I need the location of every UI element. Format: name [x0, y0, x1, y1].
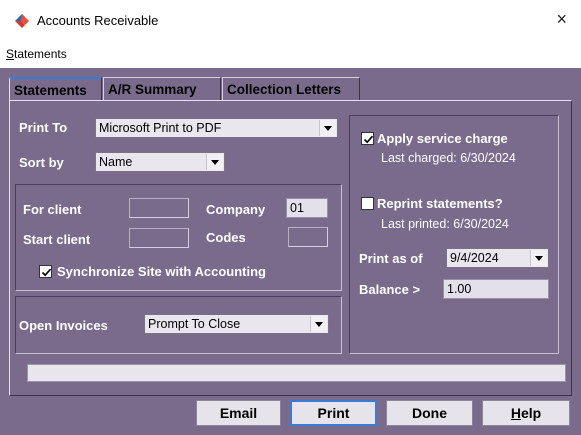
reprint-statements-label: Reprint statements? — [377, 196, 503, 211]
close-icon[interactable]: × — [556, 9, 567, 29]
last-charged-text: Last charged: 6/30/2024 — [381, 151, 516, 165]
title-bar: Accounts Receivable × — [0, 0, 581, 42]
menu-statements-label: tatements — [14, 47, 67, 61]
company-label: Company — [206, 202, 266, 217]
start-client-input[interactable] — [129, 228, 189, 248]
sort-by-value: Name — [99, 155, 133, 169]
window-title: Accounts Receivable — [37, 13, 159, 28]
chevron-down-icon[interactable] — [319, 120, 336, 136]
sort-by-label: Sort by — [19, 155, 64, 170]
email-button[interactable]: Email — [196, 400, 281, 426]
print-to-label: Print To — [19, 120, 68, 135]
chevron-down-icon[interactable] — [310, 316, 327, 332]
help-label: elp — [520, 405, 542, 421]
print-to-select[interactable]: Microsoft Print to PDF — [95, 118, 338, 138]
print-as-of-value: 9/4/2024 — [450, 251, 499, 265]
open-invoices-value: Prompt To Close — [148, 317, 241, 331]
for-client-input[interactable] — [129, 198, 189, 218]
print-as-of-select[interactable]: 9/4/2024 — [446, 248, 549, 268]
menu-statements[interactable]: Statements — [6, 47, 67, 61]
progress-status-bar — [27, 364, 566, 382]
start-client-label: Start client — [23, 232, 91, 247]
done-button[interactable]: Done — [386, 400, 473, 426]
reprint-statements-checkbox[interactable] — [361, 197, 374, 210]
menu-bar: Statements — [0, 42, 581, 68]
sort-by-select[interactable]: Name — [95, 152, 225, 172]
apply-service-charge-label: Apply service charge — [377, 131, 508, 146]
checkmark-icon — [41, 268, 52, 277]
menu-statements-mnemonic: S — [6, 47, 15, 61]
for-client-label: For client — [23, 202, 82, 217]
print-as-of-label: Print as of — [359, 251, 423, 266]
apply-service-charge-checkbox[interactable] — [361, 132, 374, 145]
checkmark-icon — [363, 135, 374, 144]
tab-collection-letters[interactable]: Collection Letters — [222, 77, 360, 101]
codes-input[interactable] — [288, 227, 328, 247]
print-button[interactable]: Print — [290, 400, 377, 426]
last-printed-text: Last printed: 6/30/2024 — [381, 217, 509, 231]
tab-ar-summary[interactable]: A/R Summary — [103, 77, 221, 101]
sync-site-checkbox[interactable] — [39, 265, 52, 278]
help-button[interactable]: Help — [482, 400, 570, 426]
help-mnemonic: H — [510, 405, 521, 421]
chevron-down-icon[interactable] — [530, 250, 547, 266]
company-input[interactable]: 01 — [286, 198, 328, 218]
codes-label: Codes — [206, 230, 246, 245]
sync-site-label: Synchronize Site with Accounting — [57, 264, 266, 279]
balance-input[interactable]: 1.00 — [443, 279, 549, 299]
chevron-down-icon[interactable] — [206, 154, 223, 170]
tab-statements[interactable]: Statements — [9, 77, 102, 101]
open-invoices-label: Open Invoices — [19, 318, 108, 333]
dialog-body: Statements A/R Summary Collection Letter… — [0, 68, 581, 435]
app-logo-icon — [15, 14, 29, 28]
print-to-value: Microsoft Print to PDF — [99, 121, 222, 135]
open-invoices-select[interactable]: Prompt To Close — [144, 314, 329, 334]
balance-label: Balance > — [359, 282, 421, 297]
